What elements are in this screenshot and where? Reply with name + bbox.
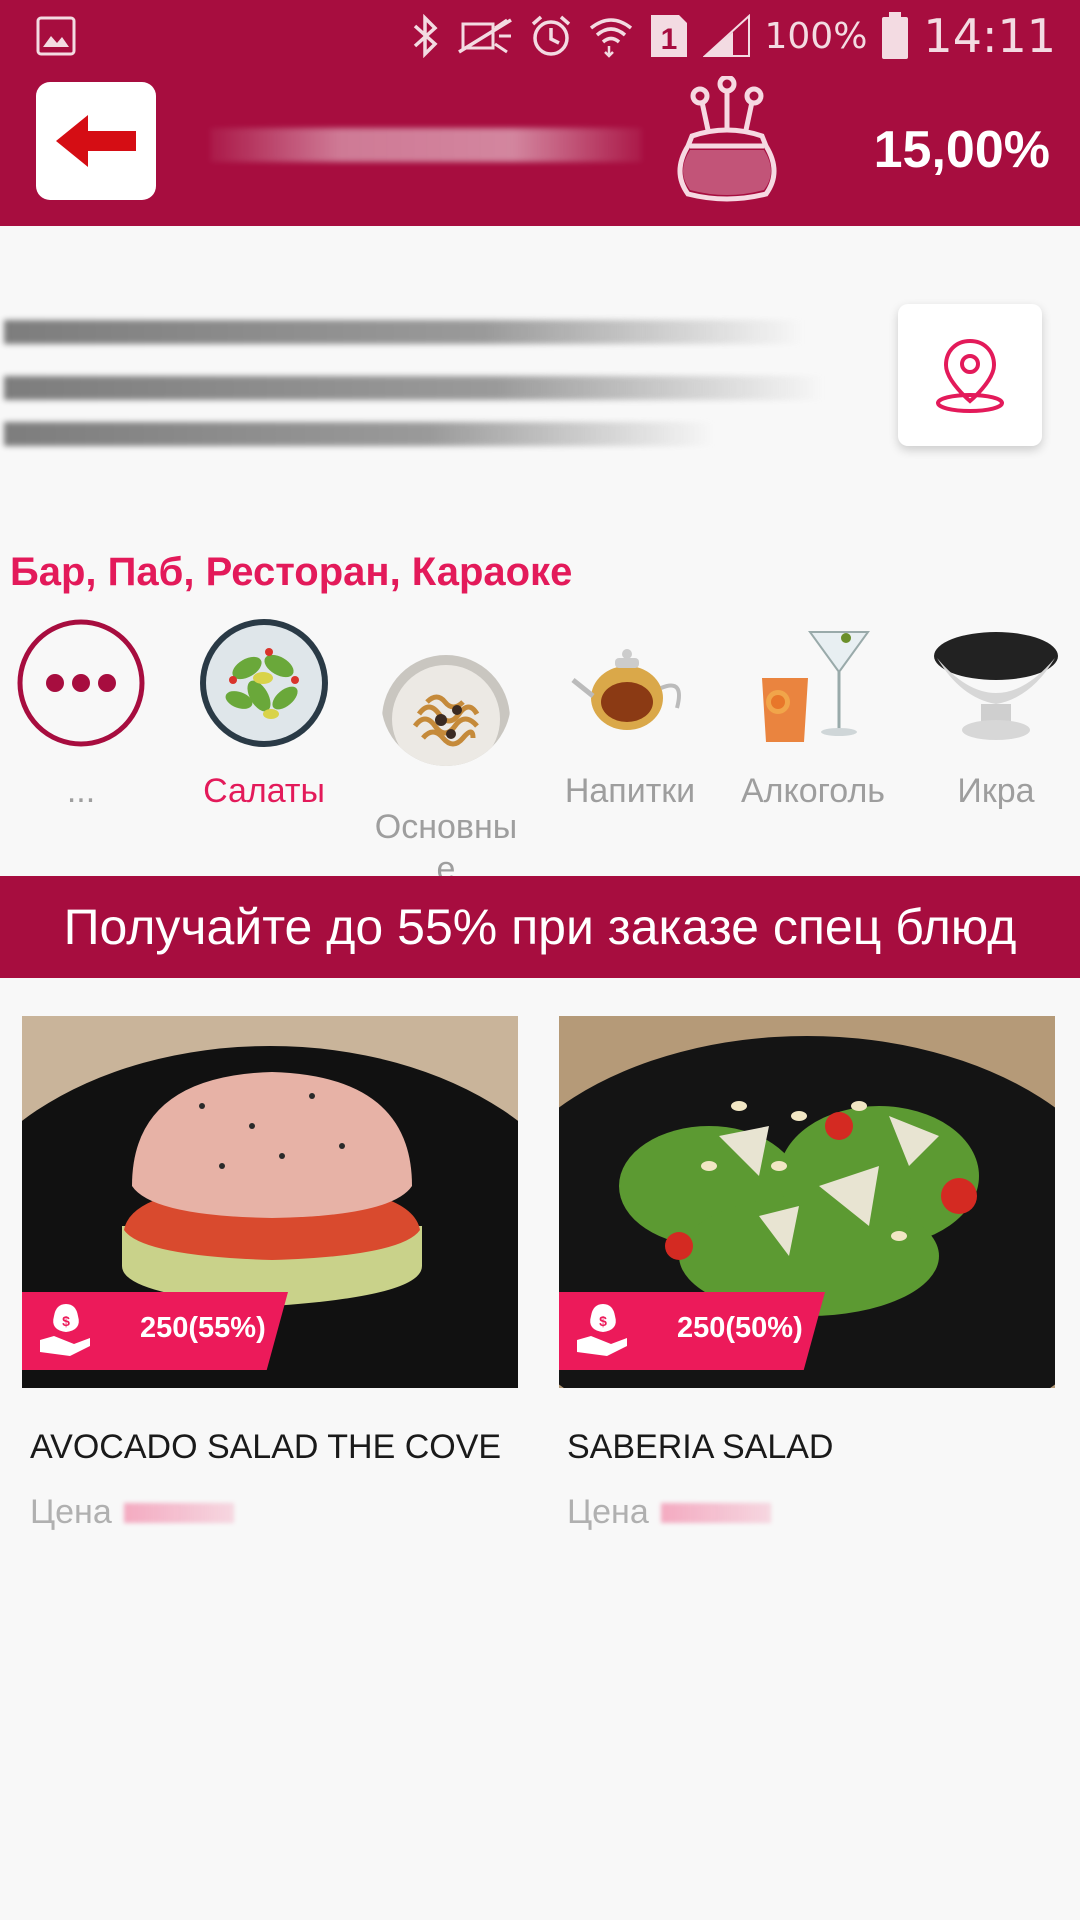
gallery-notification-icon xyxy=(36,16,76,61)
category-salads[interactable]: Салаты xyxy=(178,614,350,812)
back-button[interactable] xyxy=(36,82,156,200)
money-hand-icon: $ xyxy=(577,1304,627,1356)
svg-text:1: 1 xyxy=(660,23,677,56)
map-pin-icon xyxy=(936,338,1004,413)
bonus-value: 250(50%) xyxy=(677,1312,803,1344)
pasta-icon xyxy=(381,636,511,766)
product-title: AVOCADO SALAD THE COVE xyxy=(30,1428,502,1466)
category-more[interactable]: ... xyxy=(0,614,167,812)
battery-percent: 100% xyxy=(764,15,868,57)
category-label: ... xyxy=(66,772,96,810)
svg-text:$: $ xyxy=(599,1313,607,1329)
category-drinks[interactable]: Напитки xyxy=(544,614,716,812)
product-card[interactable]: $ 250(50%) SABERIA SALAD Цена xyxy=(559,1016,1055,1532)
price-value-redacted xyxy=(123,1502,234,1523)
category-label: Напитки xyxy=(564,772,696,810)
cocktail-icon xyxy=(748,618,878,748)
caviar-icon xyxy=(931,618,1061,748)
bonus-ribbon: $ 250(50%) xyxy=(559,1292,825,1370)
price-value-redacted xyxy=(660,1502,771,1523)
price-label: Цена xyxy=(30,1493,112,1531)
wifi-icon xyxy=(589,18,632,58)
clock: 14:11 xyxy=(923,9,1056,63)
money-hand-icon: $ xyxy=(40,1304,90,1356)
purse-icon[interactable] xyxy=(672,74,782,211)
address-line-3-redacted xyxy=(4,422,714,446)
arrow-left-icon xyxy=(56,115,136,167)
product-price: Цена xyxy=(30,1493,518,1532)
cashback-percent: 15,00% xyxy=(873,121,1050,179)
status-bar: 1 100% 14:11 xyxy=(0,0,1080,70)
more-dots-icon xyxy=(16,618,146,748)
bluetooth-icon xyxy=(413,14,438,58)
signal-icon xyxy=(702,14,750,57)
venue-category-tags: Бар, Паб, Ресторан, Караоке xyxy=(10,550,573,594)
svg-text:$: $ xyxy=(62,1313,70,1329)
app-header: 15,00% xyxy=(0,70,1080,226)
map-button[interactable] xyxy=(898,304,1042,446)
product-photo[interactable]: $ 250(55%) xyxy=(22,1016,518,1388)
bonus-ribbon: $ 250(55%) xyxy=(22,1292,288,1370)
category-carousel[interactable]: ... Салаты Основны е Напитки Алкоголь Ик… xyxy=(0,614,1080,888)
product-card[interactable]: $ 250(55%) AVOCADO SALAD THE COVE Цена xyxy=(22,1016,518,1532)
alarm-icon xyxy=(531,15,570,56)
address-line-1-redacted xyxy=(4,320,804,344)
category-label: Салаты xyxy=(203,772,325,810)
product-price: Цена xyxy=(567,1493,1055,1532)
category-main-dishes[interactable]: Основны е xyxy=(360,614,532,908)
category-label: Алкоголь xyxy=(740,772,886,810)
battery-icon xyxy=(882,12,909,59)
mute-icon xyxy=(457,18,512,54)
sim-slot-icon: 1 xyxy=(650,15,687,57)
category-label: Икра xyxy=(957,772,1035,810)
salad-icon xyxy=(199,618,329,748)
product-photo[interactable]: $ 250(50%) xyxy=(559,1016,1055,1388)
category-alcohol[interactable]: Алкоголь xyxy=(727,614,899,812)
venue-name-redacted xyxy=(210,128,642,162)
promo-banner[interactable]: Получайте до 55% при заказе спец блюд xyxy=(0,876,1080,978)
category-caviar[interactable]: Икра xyxy=(910,614,1080,812)
price-label: Цена xyxy=(567,1493,649,1531)
teapot-icon xyxy=(565,618,695,748)
address-line-2-redacted xyxy=(4,376,824,400)
product-title: SABERIA SALAD xyxy=(567,1428,834,1466)
bonus-value: 250(55%) xyxy=(140,1312,266,1344)
